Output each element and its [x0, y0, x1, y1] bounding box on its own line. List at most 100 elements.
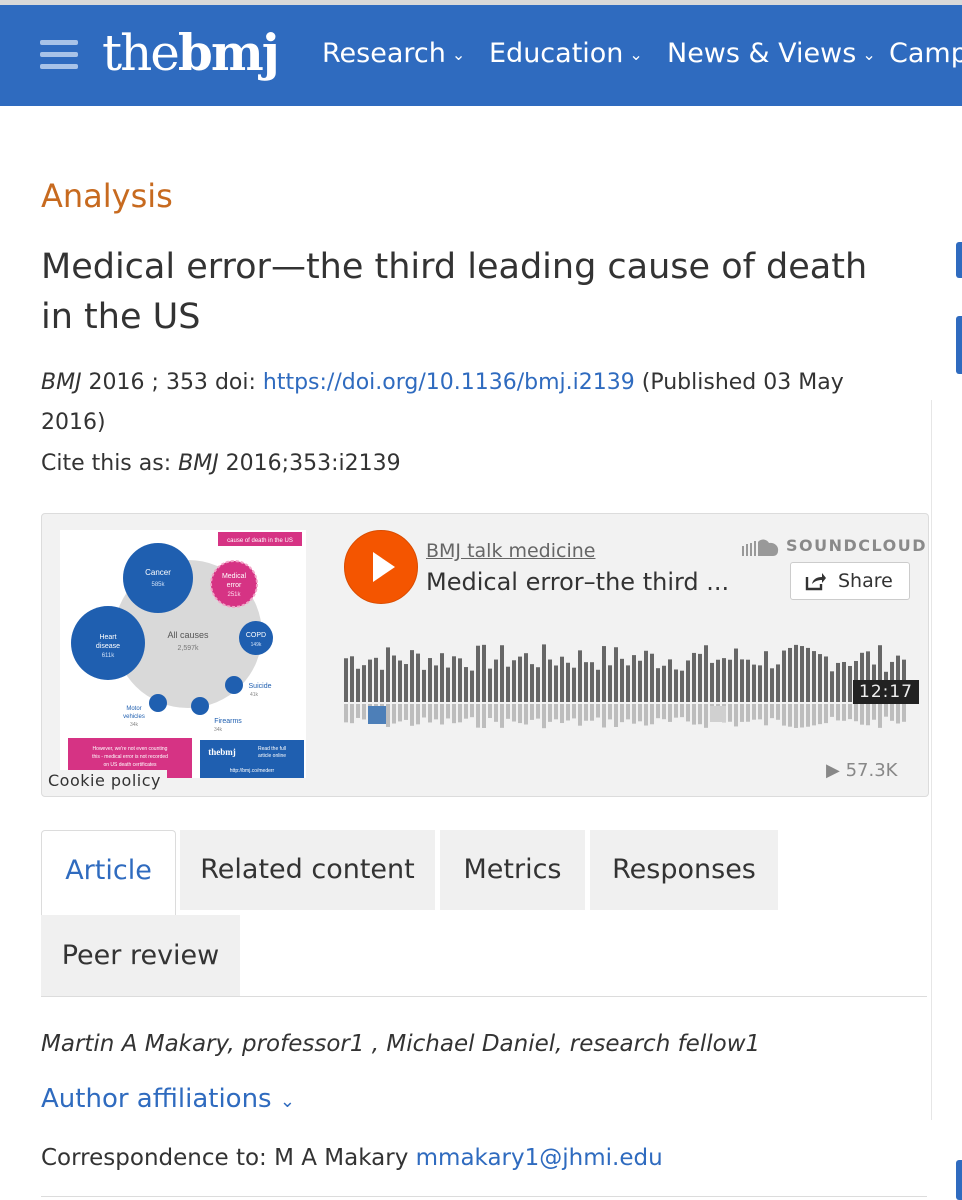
waveform-reflection-bar — [872, 704, 876, 720]
correspondence: Correspondence to: M A Makary mmakary1@j… — [41, 1140, 663, 1176]
nav-campaigns[interactable]: Camp — [889, 37, 962, 71]
waveform-bar — [566, 662, 570, 702]
svg-text:However, we're not even counti: However, we're not even counting — [93, 746, 168, 752]
artwork-copd-value: 149k — [251, 642, 262, 648]
author-affiliations-toggle[interactable]: Author affiliations ⌄ — [41, 1081, 295, 1120]
nav-research-label: Research — [322, 38, 446, 69]
waveform-bar — [776, 664, 780, 702]
waveform-reflection-bar — [824, 704, 828, 724]
waveform-reflection-bar — [530, 704, 534, 720]
waveform-reflection-bar — [386, 704, 390, 727]
waveform-bar — [806, 647, 810, 702]
waveform-reflection-bar — [680, 704, 684, 718]
track-duration: 12:17 — [853, 680, 919, 704]
waveform-bar — [356, 668, 360, 702]
waveform-reflection-bar — [662, 704, 666, 720]
waveform-bar — [530, 664, 534, 702]
soundcloud-logo[interactable]: SOUNDCLOUD — [742, 536, 927, 556]
waveform-reflection-bar — [608, 704, 612, 720]
correspondence-email-link[interactable]: mmakary1@jhmi.edu — [416, 1145, 663, 1171]
waveform-bar — [416, 653, 420, 702]
track-title[interactable]: Medical error–the third ... — [426, 568, 729, 596]
waveform-bar — [836, 662, 840, 702]
waveform-reflection-bar — [884, 704, 888, 717]
article-type: Analysis — [41, 177, 173, 215]
tab-peer-review[interactable]: Peer review — [41, 915, 240, 996]
waveform-bar — [470, 670, 474, 702]
waveform-bar — [704, 645, 708, 702]
waveform-bar — [800, 646, 804, 702]
waveform-reflection-bar — [470, 704, 474, 718]
waveform-bar — [818, 654, 822, 702]
waveform-reflection-bar — [704, 704, 708, 728]
track-artwork[interactable]: cause of death in the US Cancer 585k Med… — [60, 530, 306, 778]
waveform-reflection-bar — [596, 704, 600, 718]
uploader-link[interactable]: BMJ talk medicine — [426, 540, 595, 562]
waveform-reflection-bar — [506, 704, 510, 719]
sidebar-tab[interactable] — [956, 316, 962, 374]
waveform-bar — [422, 669, 426, 702]
play-button[interactable] — [344, 530, 418, 604]
tab-responses[interactable]: Responses — [590, 830, 778, 910]
waveform-bar — [536, 667, 540, 702]
waveform-reflection-bar — [740, 704, 744, 722]
waveform-comment-avatar — [368, 706, 386, 724]
waveform[interactable] — [344, 634, 910, 744]
hamburger-menu-icon[interactable] — [40, 40, 78, 70]
waveform-bar — [488, 668, 492, 702]
waveform-reflection-bar — [746, 704, 750, 722]
waveform-reflection-bar — [500, 704, 504, 728]
artwork-center-label: All causes — [167, 630, 209, 640]
waveform-bar — [716, 659, 720, 702]
share-label: Share — [838, 570, 893, 592]
waveform-bar — [440, 653, 444, 702]
waveform-reflection-bar — [692, 704, 696, 725]
tab-metrics[interactable]: Metrics — [440, 830, 585, 910]
waveform-reflection-bar — [752, 704, 756, 720]
waveform-bar — [734, 648, 738, 702]
waveform-bar — [590, 662, 594, 702]
svg-text:article online: article online — [258, 753, 286, 759]
waveform-reflection-bar — [404, 704, 408, 720]
artwork-header-tag: cause of death in the US — [227, 538, 293, 544]
waveform-reflection-bar — [578, 704, 582, 726]
waveform-reflection-bar — [860, 704, 864, 725]
waveform-bar — [578, 650, 582, 702]
artwork-cancer-value: 585k — [151, 582, 165, 588]
waveform-bar — [500, 645, 504, 702]
waveform-reflection-bar — [560, 704, 564, 724]
waveform-bar — [638, 660, 642, 702]
site-logo[interactable]: thebmj — [102, 23, 280, 83]
waveform-reflection-bar — [362, 704, 366, 720]
waveform-reflection-bar — [776, 704, 780, 720]
waveform-reflection-bar — [848, 704, 852, 720]
waveform-reflection-bar — [614, 704, 618, 727]
cite-journal: BMJ — [178, 451, 219, 476]
doi-link[interactable]: https://doi.org/10.1136/bmj.i2139 — [263, 370, 635, 395]
waveform-bar — [812, 651, 816, 702]
waveform-reflection-bar — [650, 704, 654, 725]
waveform-reflection-bar — [620, 704, 624, 723]
waveform-bar — [362, 665, 366, 702]
waveform-reflection-bar — [674, 704, 678, 718]
share-button[interactable]: Share — [790, 562, 910, 600]
waveform-reflection-bar — [782, 704, 786, 726]
sidebar-tab[interactable] — [956, 1160, 962, 1200]
nav-research[interactable]: Research ⌄ — [322, 37, 465, 72]
waveform-reflection-bar — [602, 704, 606, 728]
waveform-bar — [482, 644, 486, 702]
waveform-reflection-bar — [356, 704, 360, 718]
tab-related-content[interactable]: Related content — [180, 830, 435, 910]
cookie-policy-link[interactable]: Cookie policy — [42, 770, 167, 791]
artwork-infographic: cause of death in the US Cancer 585k Med… — [68, 532, 304, 778]
sidebar-tab[interactable] — [956, 242, 962, 278]
waveform-bar — [710, 662, 714, 702]
nav-education[interactable]: Education ⌄ — [489, 37, 643, 72]
waveform-reflection-bar — [440, 704, 444, 725]
waveform-reflection-bar — [344, 704, 348, 723]
nav-news-views[interactable]: News & Views ⌄ — [667, 37, 876, 72]
artwork-suicide-label: Suicide — [249, 683, 272, 690]
waveform-reflection-bar — [806, 704, 810, 727]
waveform-bar — [548, 659, 552, 702]
waveform-bar — [698, 653, 702, 702]
